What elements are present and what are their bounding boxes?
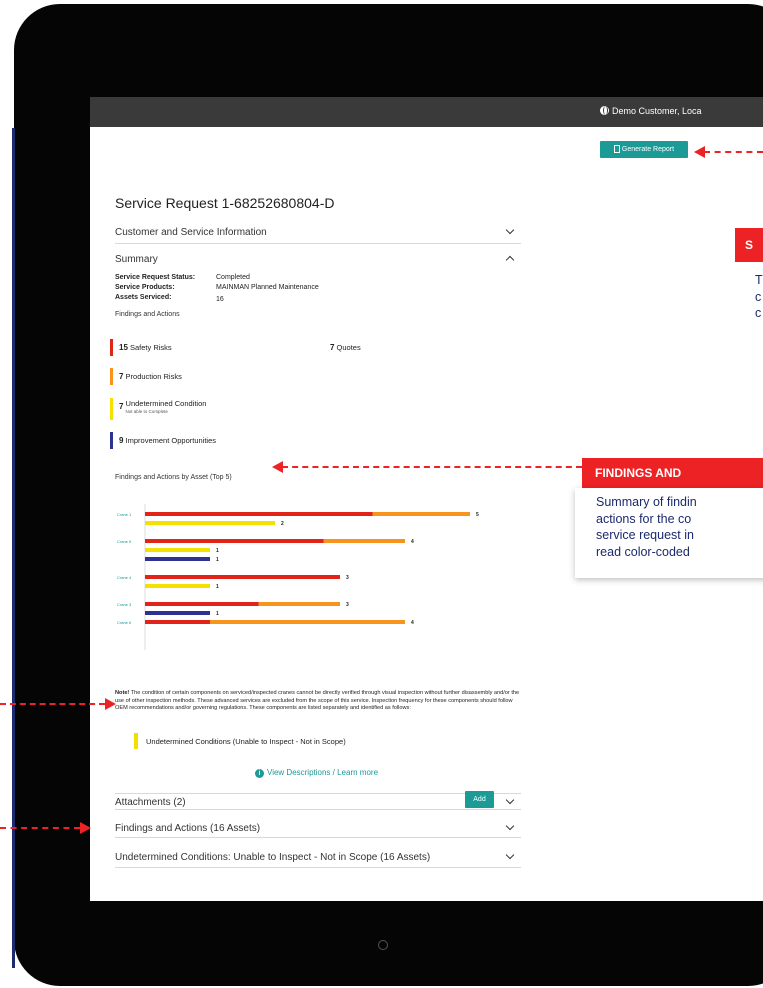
- callout-line: c: [755, 306, 762, 320]
- arrow-right-icon: [105, 698, 116, 710]
- attachments-section[interactable]: Attachments (2): [115, 793, 521, 810]
- category-link[interactable]: Crane 6: [117, 620, 132, 625]
- category-link[interactable]: Crane 4: [117, 575, 132, 580]
- tablet-edge: [12, 128, 15, 968]
- undetermined-legend-swatch: [134, 733, 138, 749]
- assets-label: Assets Serviced:: [115, 294, 172, 301]
- chart-heading: Findings and Actions by Asset (Top 5): [115, 474, 232, 481]
- customer-selector[interactable]: Demo Customer, Loca: [600, 106, 702, 116]
- stage: Demo Customer, Loca Generate Report Serv…: [0, 0, 763, 988]
- category-link[interactable]: Crane 3: [117, 602, 132, 607]
- callout-line: Summary of findin: [596, 495, 697, 509]
- top-callout-body: T c c: [735, 262, 763, 358]
- chart-bar: [145, 584, 210, 588]
- globe-icon: [600, 106, 609, 115]
- info-icon: i: [255, 769, 264, 778]
- chevron-up-icon: [505, 255, 515, 265]
- data-label: 5: [476, 512, 479, 518]
- chart-bar: [145, 602, 259, 606]
- generate-report-label: Generate Report: [621, 146, 675, 153]
- production-risk-marker: [110, 368, 113, 385]
- section-label: Attachments (2): [115, 797, 186, 808]
- chart-bar: [145, 611, 210, 615]
- callout-line: read color-coded: [596, 544, 690, 559]
- data-label: 1: [216, 557, 219, 563]
- top-callout-heading: S: [735, 228, 763, 262]
- section-label: Undetermined Conditions: Unable to Inspe…: [115, 852, 431, 863]
- top-bar: Demo Customer, Loca: [90, 97, 763, 127]
- chart-bar: [145, 539, 324, 543]
- improvement-marker: [110, 432, 113, 449]
- data-label: 2: [281, 521, 284, 527]
- undetermined-legend-label: Undetermined Conditions (Unable to Inspe…: [146, 737, 346, 746]
- chart-bar: [145, 575, 340, 579]
- data-label: 4: [411, 620, 414, 626]
- undetermined-section[interactable]: Undetermined Conditions: Unable to Inspe…: [115, 848, 521, 868]
- assets-value: 16: [216, 296, 224, 303]
- arrow-right-icon: [80, 822, 91, 834]
- improvement-item[interactable]: 9 Improvement Opportunities: [119, 436, 216, 445]
- data-label: 3: [346, 602, 349, 608]
- section-label: Summary: [115, 254, 158, 265]
- data-label: 3: [346, 575, 349, 581]
- chart-bar: [258, 602, 340, 606]
- products-value: MAINMAN Planned Maintenance: [216, 284, 319, 291]
- add-attachment-button[interactable]: Add: [465, 791, 494, 808]
- callout-line: actions for the co: [596, 511, 692, 526]
- status-label: Service Request Status:: [115, 274, 196, 281]
- category-link[interactable]: Crane 1: [117, 512, 132, 517]
- document-icon: [613, 145, 620, 153]
- learn-more-label: View Descriptions / Learn more: [267, 768, 379, 777]
- undetermined-item[interactable]: 7 Undetermined Condition Not able to Comp…: [119, 399, 206, 414]
- undetermined-marker: [110, 398, 113, 420]
- quotes-item[interactable]: 7 Quotes: [330, 343, 361, 352]
- callout-arrow-line: [0, 827, 80, 829]
- chevron-down-icon: [505, 850, 515, 860]
- products-label: Service Products:: [115, 284, 175, 291]
- safety-risks-item[interactable]: 15 Safety Risks: [119, 343, 172, 352]
- safety-risk-marker: [110, 339, 113, 356]
- callout-line: T: [755, 273, 763, 287]
- summary-section[interactable]: Summary: [115, 254, 521, 269]
- findings-callout-heading: FINDINGS AND: [582, 458, 763, 488]
- findings-heading: Findings and Actions: [115, 311, 180, 318]
- chevron-down-icon: [505, 795, 515, 805]
- section-label: Customer and Service Information: [115, 227, 267, 238]
- chart-bar: [210, 620, 405, 624]
- callout-arrow-line: [0, 703, 105, 705]
- chart-bar: [323, 539, 405, 543]
- learn-more-link[interactable]: i View Descriptions / Learn more: [255, 768, 378, 778]
- chart-bar: [145, 512, 373, 516]
- chart-bar: [145, 548, 210, 552]
- callout-arrow-line: [282, 466, 582, 468]
- chart-bar: [372, 512, 470, 516]
- category-link[interactable]: Crane 5: [117, 539, 132, 544]
- arrow-left-icon: [694, 146, 705, 158]
- production-risks-item[interactable]: 7 Production Risks: [119, 372, 182, 381]
- chevron-down-icon: [505, 821, 515, 831]
- chart-bar: [145, 557, 210, 561]
- home-button[interactable]: [378, 940, 388, 950]
- customer-name: Demo Customer, Loca: [612, 106, 702, 116]
- findings-actions-section[interactable]: Findings and Actions (16 Assets): [115, 820, 521, 838]
- chart-bar: [145, 620, 210, 624]
- generate-report-button[interactable]: Generate Report: [600, 141, 688, 158]
- status-value: Completed: [216, 274, 250, 281]
- callout-line: c: [755, 289, 762, 304]
- note-text: Note! The condition of certain component…: [115, 690, 520, 712]
- findings-by-asset-chart: 5 2 4 1 1 3 1 3 1 4 Crane 1 Crane 5 Crane 4 Crane 3 Cr…: [117, 504, 479, 650]
- customer-info-section[interactable]: Customer and Service Information: [115, 225, 521, 244]
- chevron-down-icon: [505, 225, 515, 235]
- callout-line: service request in: [596, 528, 694, 542]
- callout-arrow-line: [704, 151, 763, 153]
- data-label: 1: [216, 584, 219, 590]
- page-title: Service Request 1-68252680804-D: [115, 195, 335, 211]
- data-label: 4: [411, 539, 414, 545]
- arrow-left-icon: [272, 461, 283, 473]
- data-label: 1: [216, 611, 219, 617]
- chart-bar: [145, 521, 275, 525]
- findings-callout-body: Summary of findin actions for the co ser…: [575, 488, 763, 578]
- section-label: Findings and Actions (16 Assets): [115, 823, 261, 834]
- data-label: 1: [216, 548, 219, 554]
